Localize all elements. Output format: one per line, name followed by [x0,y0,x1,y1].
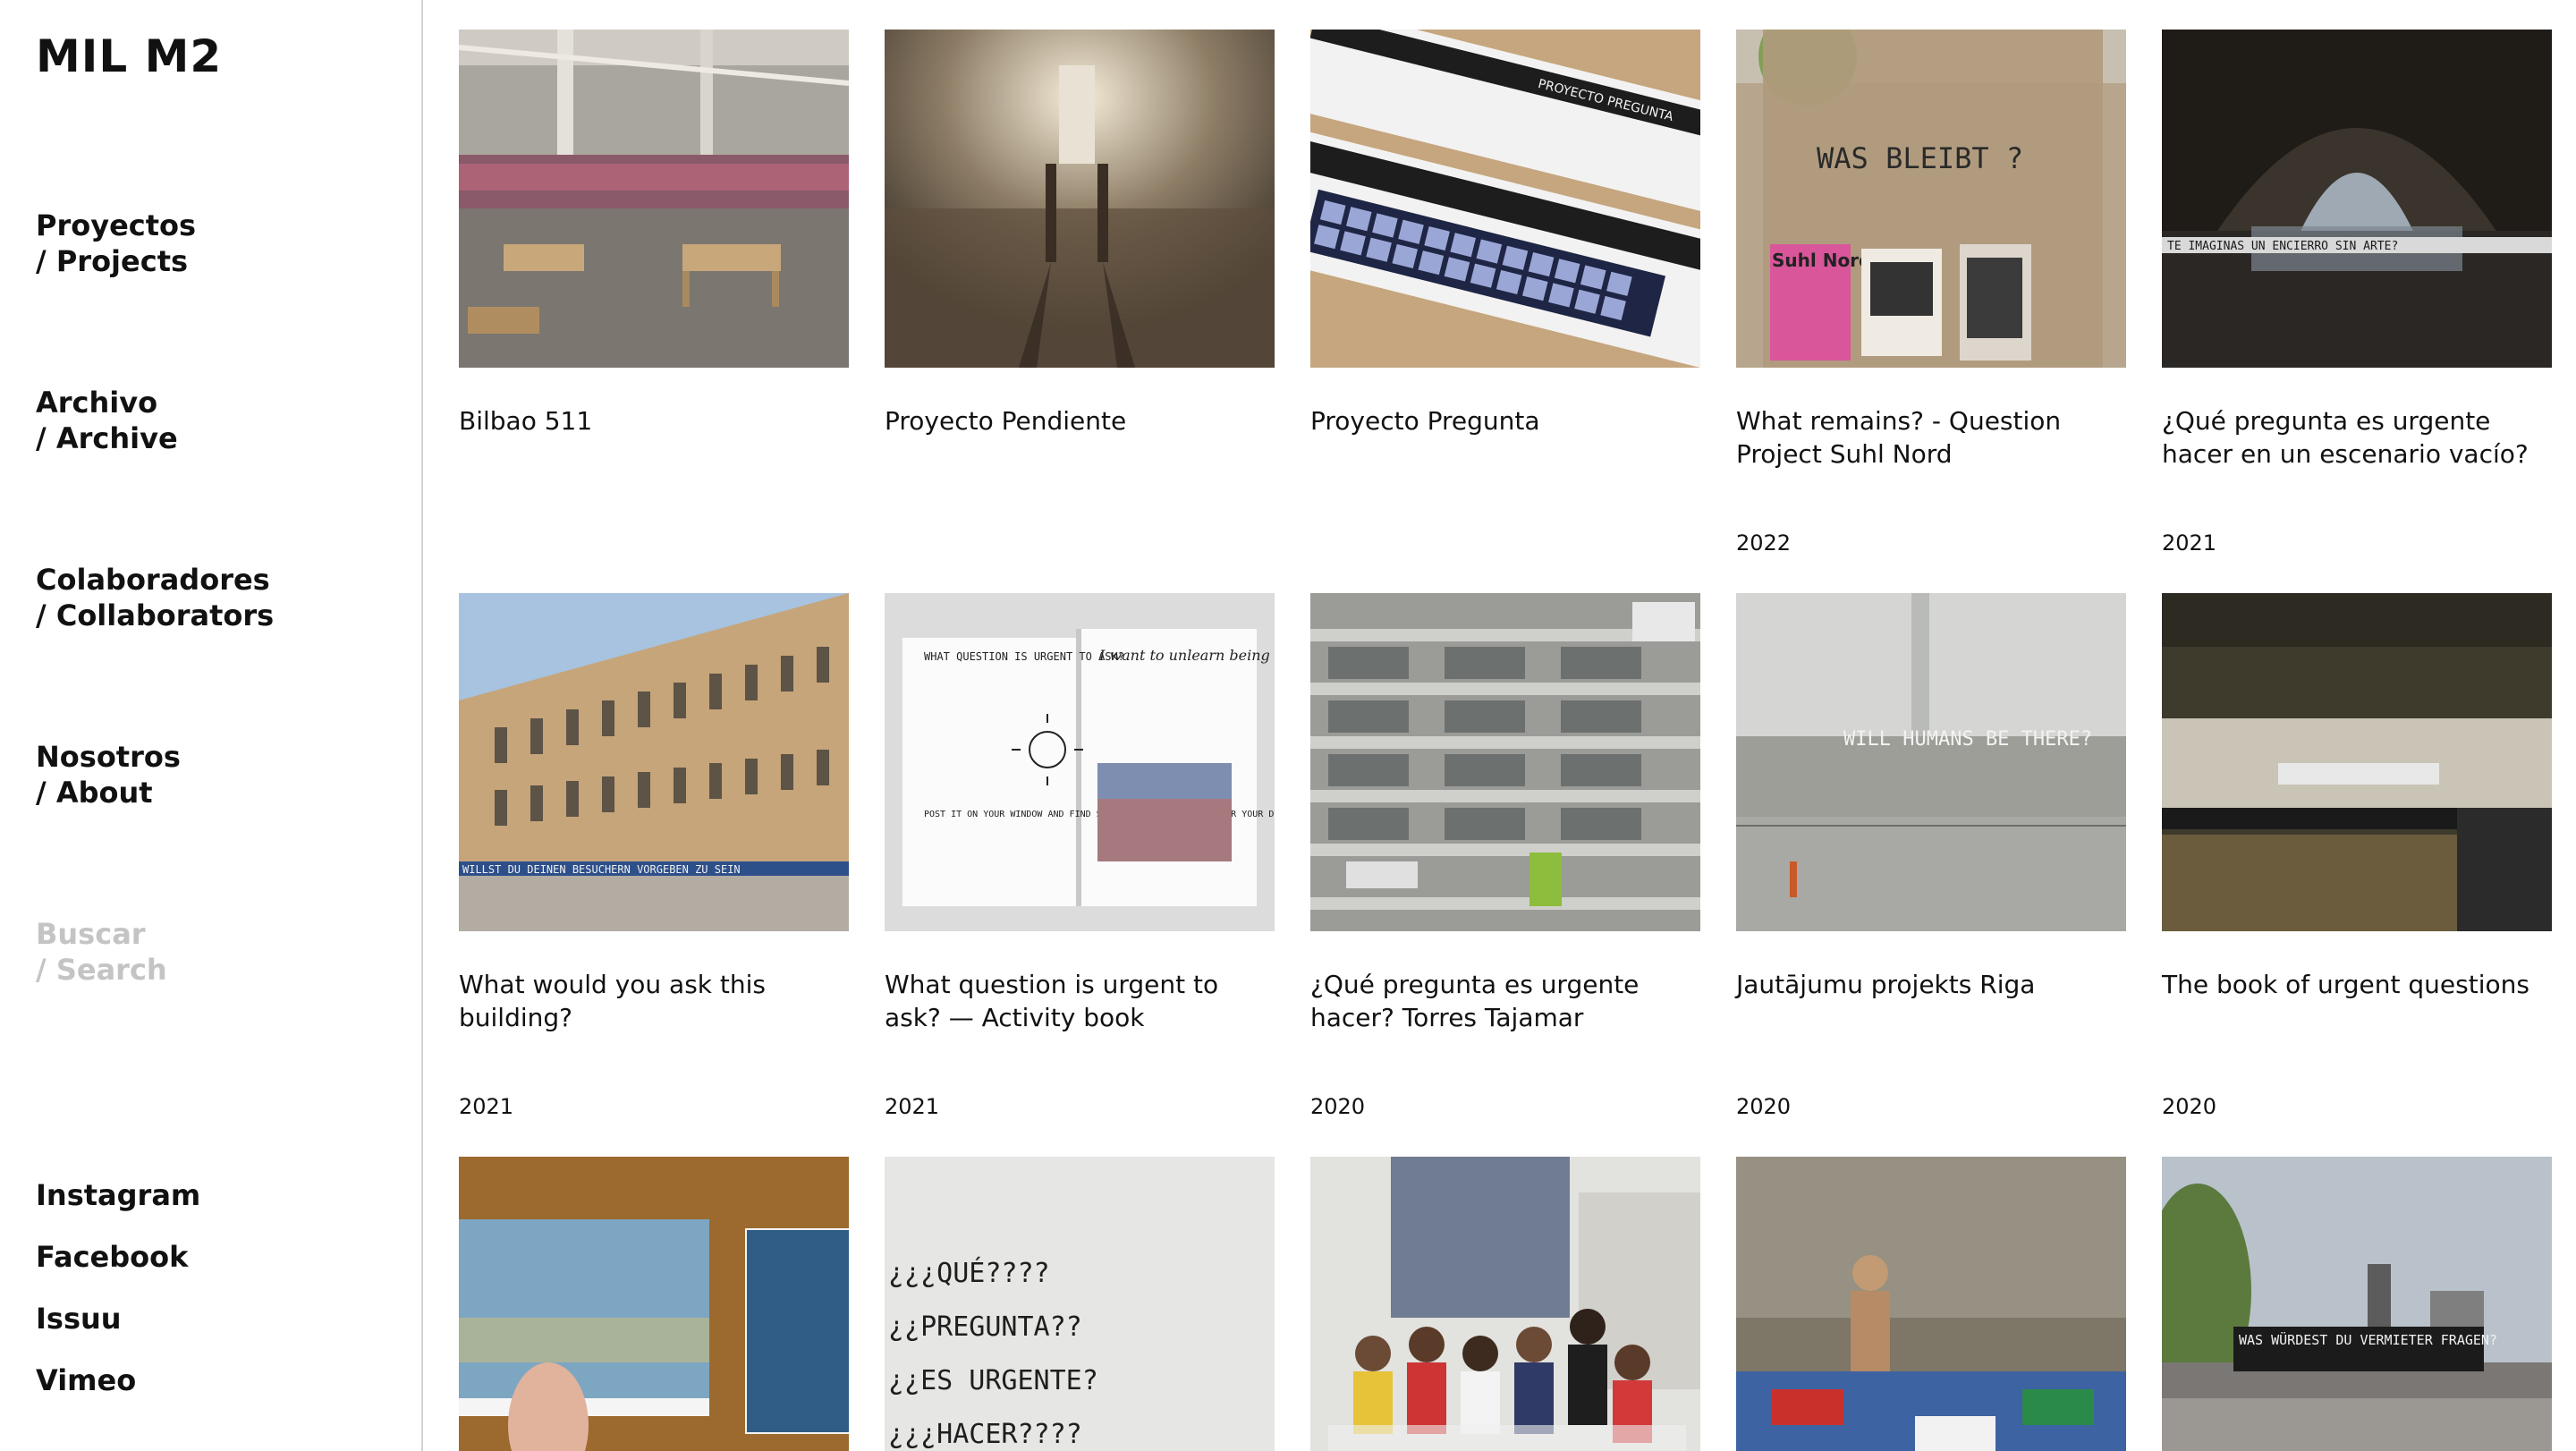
project-thumbnail[interactable]: ¿¿¿QUÉ???? ¿¿PREGUNTA?? ¿¿ES URGENTE? ¿¿… [885,1157,1275,1451]
nav-collaborators-es: Colaboradores [36,563,270,597]
tile-row-2: ¿¿PREGUNTA?? [888,1311,1082,1343]
nav-archive-en: / Archive [36,421,178,455]
smoke-flags-photo [1736,1157,2126,1451]
nav-about[interactable]: Nosotros / About [36,739,181,810]
nav-projects-en: / Projects [36,244,189,278]
project-thumbnail[interactable] [2162,593,2552,931]
tile-row-3: ¿¿ES URGENTE? [888,1365,1098,1396]
book-left-text: WHAT QUESTION IS URGENT TO ASK? [924,650,1124,663]
project-thumbnail[interactable]: WILL HUMANS BE THERE? [1736,593,2126,931]
social-vimeo[interactable]: Vimeo [36,1362,136,1398]
project-year: 2021 [459,1094,514,1119]
project-card[interactable]: Bilbao 511 [459,30,849,436]
nav-collaborators[interactable]: Colaboradores / Collaborators [36,562,274,633]
tower-block-photo [1310,593,1700,931]
project-card[interactable]: The book of urgent questions 2020 [2162,593,2552,1119]
site-logo[interactable]: MIL M2 [36,30,222,82]
nav-search-es: Buscar [36,917,146,951]
students-group-photo [1310,1157,1700,1451]
was-wurdest-text: WAS WÜRDEST DU VERMIETER FRAGEN? [2239,1331,2497,1348]
project-card[interactable] [1736,1157,2126,1451]
waterfront-sign-photo: WAS WÜRDEST DU VERMIETER FRAGEN? [2162,1157,2552,1451]
nav-projects-es: Proyectos [36,208,197,242]
project-thumbnail[interactable]: WHAT QUESTION IS URGENT TO ASK? POST IT … [885,593,1275,931]
project-title[interactable]: What would you ask this building? [459,968,849,1034]
project-title[interactable]: Jautājumu projekts Riga [1736,968,2126,1001]
social-instagram[interactable]: Instagram [36,1177,200,1213]
te-imaginas-text: TE IMAGINAS UN ENCIERRO SIN ARTE? [2167,240,2398,253]
project-title[interactable]: What remains? - Question Project Suhl No… [1736,404,2126,471]
project-title[interactable]: What question is urgent to ask? — Activi… [885,968,1275,1034]
question-sheets-photo: PROYECTO PREGUNTA [1310,30,1700,368]
project-thumbnail[interactable]: TE IMAGINAS UN ENCIERRO SIN ARTE? [2162,30,2552,368]
project-title[interactable]: ¿Qué pregunta es urgente hacer en un esc… [2162,404,2552,471]
will-humans-text: WILL HUMANS BE THERE? [1843,728,2092,751]
warehouse-photo [459,30,849,368]
project-title[interactable]: Proyecto Pendiente [885,404,1275,437]
palace-photo: WILLST DU DEINEN BESUCHERN VORGEBEN ZU S… [459,593,849,931]
project-thumbnail[interactable]: WAS BLEIBT ? Suhl Nord Fest [1736,30,2126,368]
nav-search-en: / Search [36,953,167,987]
project-year: 2020 [1736,1094,1792,1119]
project-card[interactable]: TE IMAGINAS UN ENCIERRO SIN ARTE? ¿Qué p… [2162,30,2552,556]
project-title[interactable]: Bilbao 511 [459,404,849,437]
willst-text: WILLST DU DEINEN BESUCHERN VORGEBEN ZU S… [462,863,741,876]
project-card[interactable]: WILLST DU DEINEN BESUCHERN VORGEBEN ZU S… [459,593,849,1119]
smoke-figure-photo [885,30,1275,368]
project-title[interactable]: The book of urgent questions [2162,968,2552,1001]
project-card[interactable]: ¿¿¿QUÉ???? ¿¿PREGUNTA?? ¿¿ES URGENTE? ¿¿… [885,1157,1275,1451]
nav-about-en: / About [36,776,153,810]
project-thumbnail[interactable] [459,30,849,368]
project-card[interactable]: WHAT QUESTION IS URGENT TO ASK? POST IT … [885,593,1275,1119]
project-card[interactable] [1310,1157,1700,1451]
letter-tiles-photo: ¿¿¿QUÉ???? ¿¿PREGUNTA?? ¿¿ES URGENTE? ¿¿… [885,1157,1275,1451]
project-card[interactable]: PROYECTO PREGUNTA Proyecto Pregunta [1310,30,1700,436]
nav-archive[interactable]: Archivo / Archive [36,385,178,456]
project-thumbnail[interactable] [1310,1157,1700,1451]
social-facebook[interactable]: Facebook [36,1239,188,1275]
project-year: 2021 [885,1094,940,1119]
empty-stage-photo: TE IMAGINAS UN ENCIERRO SIN ARTE? [2162,30,2552,368]
project-card[interactable]: WAS BLEIBT ? Suhl Nord Fest What remains… [1736,30,2126,556]
project-thumbnail[interactable] [459,1157,849,1451]
project-thumbnail[interactable]: PROYECTO PREGUNTA [1310,30,1700,368]
project-thumbnail[interactable]: WILLST DU DEINEN BESUCHERN VORGEBEN ZU S… [459,593,849,931]
project-thumbnail[interactable]: WAS WÜRDEST DU VERMIETER FRAGEN? [2162,1157,2552,1451]
project-year: 2022 [1736,530,1792,556]
riga-photo: WILL HUMANS BE THERE? [1736,593,2126,931]
book-right-text: I want to unlearn being in a competition… [1098,647,1275,664]
project-card[interactable]: WILL HUMANS BE THERE? Jautājumu projekts… [1736,593,2126,1119]
tile-row-1: ¿¿¿QUÉ???? [888,1257,1050,1289]
sidebar: MIL M2 Proyectos / Projects Archivo / Ar… [0,0,423,1451]
tile-row-4: ¿¿¿HACER???? [888,1419,1082,1450]
nav-projects[interactable]: Proyectos / Projects [36,208,196,279]
project-card[interactable] [459,1157,849,1451]
nav-collaborators-en: / Collaborators [36,598,275,632]
project-title[interactable]: Proyecto Pregunta [1310,404,1700,437]
photographs-on-table-photo [459,1157,849,1451]
project-thumbnail[interactable] [1736,1157,2126,1451]
activity-book-photo: WHAT QUESTION IS URGENT TO ASK? POST IT … [885,593,1275,931]
project-thumbnail[interactable] [1310,593,1700,931]
project-thumbnail[interactable] [885,30,1275,368]
project-card[interactable]: Proyecto Pendiente [885,30,1275,436]
project-year: 2021 [2162,530,2217,556]
nav-search[interactable]: Buscar / Search [36,916,167,988]
nav-archive-es: Archivo [36,386,158,420]
project-title[interactable]: ¿Qué pregunta es urgente hacer? Torres T… [1310,968,1700,1034]
was-bleibt-text: WAS BLEIBT ? [1817,141,2023,175]
project-card[interactable]: WAS WÜRDEST DU VERMIETER FRAGEN? [2162,1157,2552,1451]
was-bleibt-photo: WAS BLEIBT ? Suhl Nord Fest [1736,30,2126,368]
project-year: 2020 [1310,1094,1366,1119]
project-year: 2020 [2162,1094,2217,1119]
social-issuu[interactable]: Issuu [36,1301,122,1336]
nav-about-es: Nosotros [36,740,181,774]
aerial-photo [2162,593,2552,931]
project-card[interactable]: ¿Qué pregunta es urgente hacer? Torres T… [1310,593,1700,1119]
